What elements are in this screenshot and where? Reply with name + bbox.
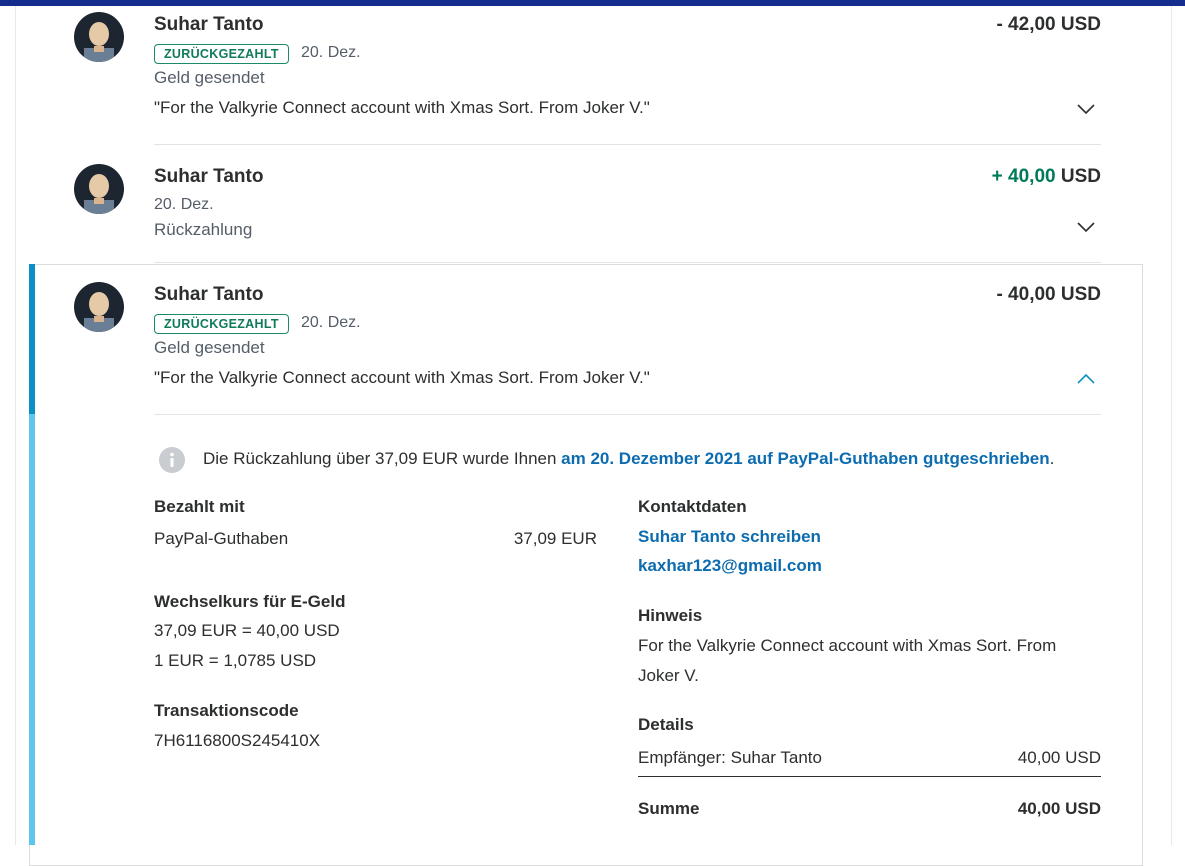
hint-text: Joker V. [638,666,699,685]
contact-name: Suhar Tanto [154,284,264,305]
refund-info-suffix: . [1049,449,1055,468]
details-heading: Details [638,715,694,734]
status-badge: ZURÜCKGEZAHLT [154,314,289,334]
transaction-amount: - 42,00 USD [996,14,1101,35]
divider [154,144,1101,145]
chevron-down-icon[interactable] [1076,103,1096,115]
exchange-rate-line: 1 EUR = 1,0785 USD [154,651,317,670]
amount-value: + 40,00 [991,166,1056,187]
exchange-rate-heading: Wechselkurs für E-Geld [154,592,346,611]
hint-heading: Hinweis [638,606,703,625]
contact-email-link[interactable]: kaxhar123@gmail.com [638,556,822,576]
exchange-rate-line: 37,09 EUR = 40,00 USD [154,621,340,640]
transaction-date: 20. Dez. [154,196,214,213]
divider [638,776,1101,777]
panel-border [15,6,16,845]
refund-info-link[interactable]: am 20. Dezember 2021 auf PayPal-Guthaben… [561,449,1049,468]
paid-with-heading: Bezahlt mit [154,497,245,516]
hint-text: For the Valkyrie Connect account with Xm… [638,636,1057,655]
contact-name: Suhar Tanto [154,14,264,35]
recipient-label: Empfänger: Suhar Tanto [638,748,822,767]
avatar [74,12,124,62]
divider [154,414,1101,415]
info-icon [159,447,185,473]
transaction-type: Geld gesendet [154,68,265,87]
paid-with-amount: 37,09 EUR [513,529,597,548]
transaction-note: "For the Valkyrie Connect account with X… [154,98,650,117]
card-accent [29,264,35,414]
avatar [74,164,124,214]
chevron-down-icon[interactable] [1076,221,1096,233]
transaction-code: 7H6116800S245410X [154,731,321,750]
transaction-note: "For the Valkyrie Connect account with X… [154,368,650,387]
transaction-date: 20. Dez. [301,314,361,331]
transaction-type: Geld gesendet [154,338,265,357]
transaction-amount: - 40,00 USD [996,284,1101,305]
contact-heading: Kontaktdaten [638,497,747,516]
amount-currency: USD [1060,166,1101,187]
paid-with-source: PayPal-Guthaben [154,529,289,548]
transaction-amount: + 40,00 USD [992,166,1101,188]
transaction-type: Rückzahlung [154,220,253,239]
refund-info-text: Die Rückzahlung über 37,09 EUR wurde Ihn… [203,449,562,468]
total-label: Summe [638,799,700,818]
divider [154,262,1101,263]
recipient-amount: 40,00 USD [1017,748,1101,767]
card-accent [29,414,35,845]
avatar [74,282,124,332]
panel-border [1171,6,1172,845]
chevron-up-icon[interactable] [1076,373,1096,385]
transaction-date: 20. Dez. [301,44,361,61]
total-amount: 40,00 USD [1017,799,1101,818]
transaction-code-heading: Transaktionscode [154,701,299,720]
contact-name: Suhar Tanto [154,166,264,187]
status-badge: ZURÜCKGEZAHLT [154,44,289,64]
top-bar [0,0,1185,6]
write-contact-link[interactable]: Suhar Tanto schreiben [638,527,821,547]
refund-info: Die Rückzahlung über 37,09 EUR wurde Ihn… [203,449,1054,469]
